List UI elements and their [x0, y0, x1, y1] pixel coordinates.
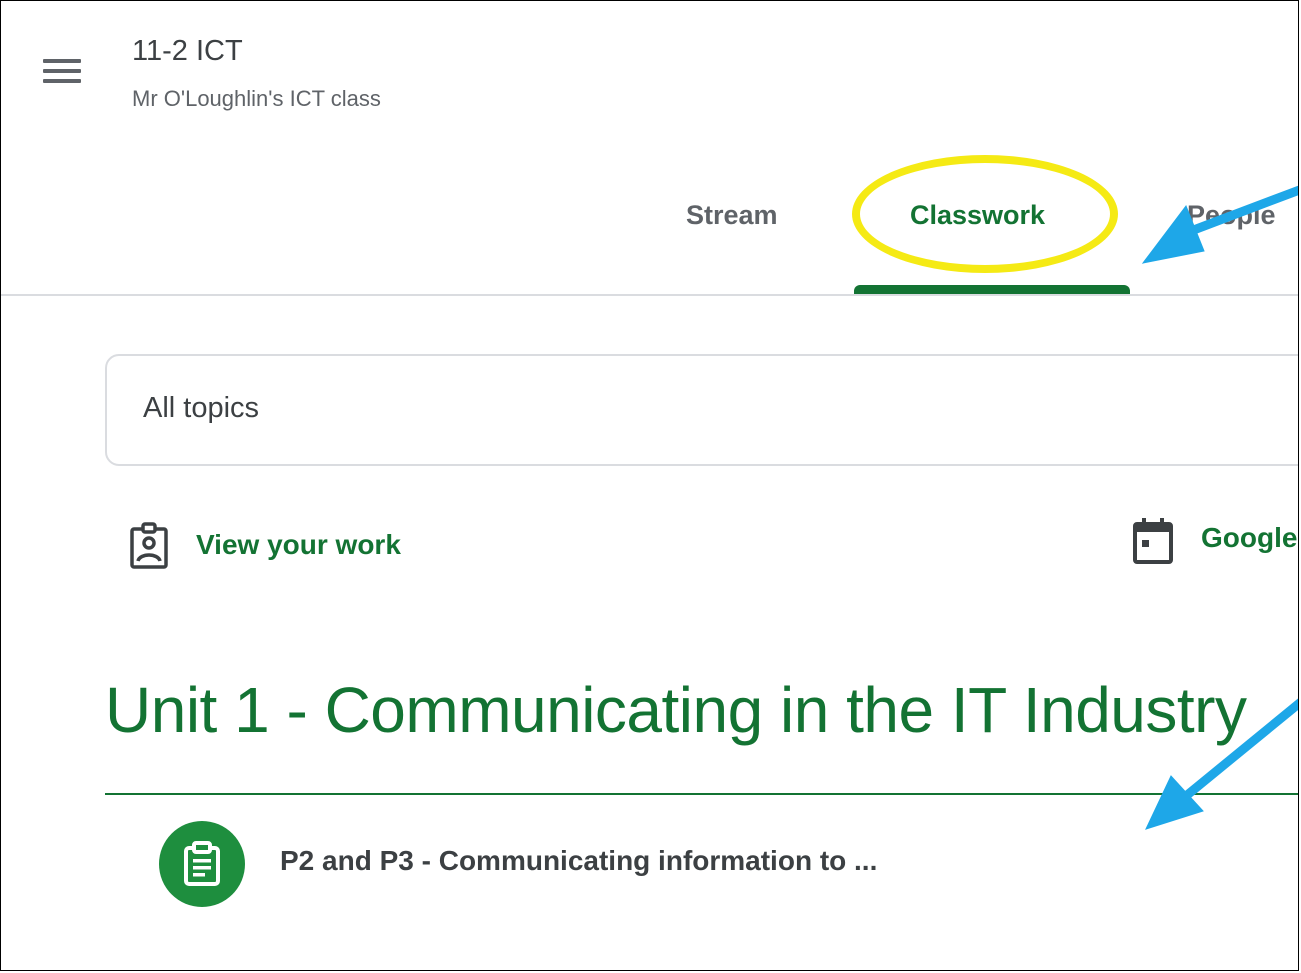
class-name[interactable]: 11-2 ICT — [132, 35, 243, 68]
google-calendar-label: Google Calendar — [1201, 522, 1298, 553]
assignment-ind-icon — [130, 522, 168, 569]
calendar-icon — [1133, 518, 1173, 564]
classroom-page: 11-2 ICT Mr O'Loughlin's ICT class Strea… — [0, 0, 1299, 971]
hamburger-menu-icon[interactable] — [37, 51, 91, 95]
topic-heading: Unit 1 - Communicating in the IT Industr… — [105, 674, 1247, 746]
view-your-work-label: View your work — [196, 529, 401, 560]
class-subtitle: Mr O'Loughlin's ICT class — [132, 86, 381, 111]
active-tab-indicator — [854, 285, 1130, 294]
tab-people[interactable]: People — [1187, 200, 1276, 231]
topic-divider — [105, 793, 1298, 795]
assignment-item[interactable]: P2 and P3 - Communicating information to… — [159, 821, 1298, 911]
assignment-title: P2 and P3 - Communicating information to… — [280, 845, 878, 876]
assignment-icon — [159, 821, 245, 907]
highlight-circle — [852, 155, 1118, 273]
tab-stream[interactable]: Stream — [686, 200, 778, 231]
header-divider — [1, 294, 1298, 296]
topic-filter-value: All topics — [143, 392, 260, 424]
topic-filter-select[interactable]: All topics — [105, 354, 1298, 466]
